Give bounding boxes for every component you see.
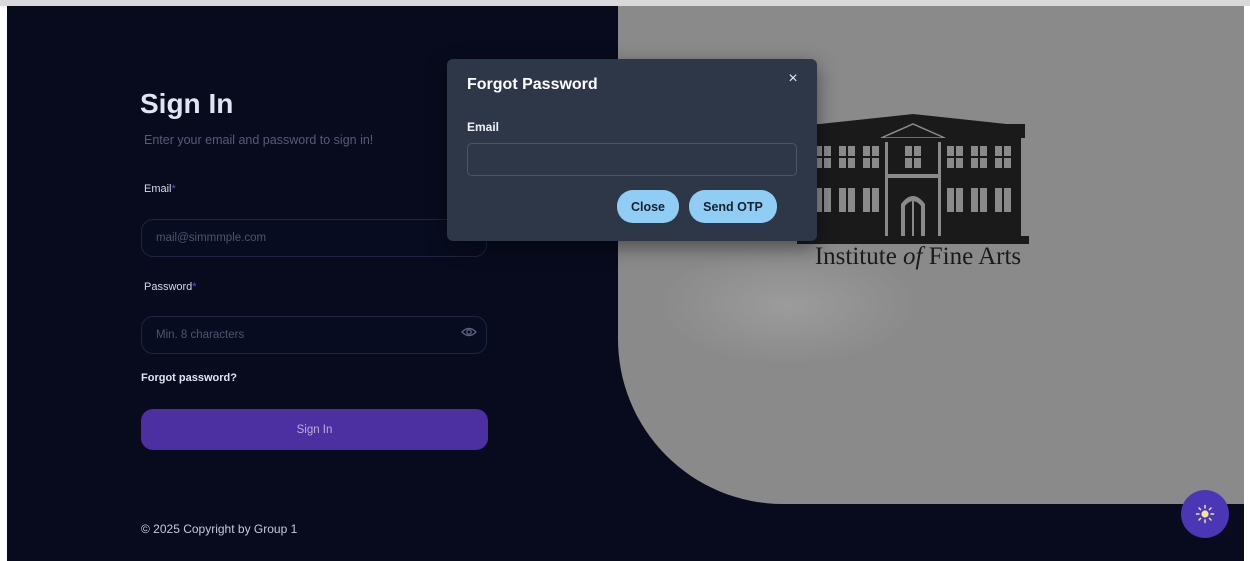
modal-title: Forgot Password — [467, 76, 598, 93]
modal-close-button[interactable]: Close — [617, 190, 679, 223]
close-icon[interactable]: × — [783, 69, 803, 89]
page-title: Sign In — [140, 88, 234, 119]
copyright-text: © 2025 Copyright by Group 1 — [141, 522, 298, 536]
password-label: Password* — [144, 281, 197, 293]
forgot-password-link[interactable]: Forgot password? — [141, 372, 237, 384]
email-label: Email* — [144, 183, 176, 195]
browser-right-edge — [1244, 6, 1250, 561]
page-subtitle: Enter your email and password to sign in… — [144, 133, 374, 147]
sun-icon — [1195, 504, 1215, 524]
institute-name: Institute of Fine Arts — [814, 243, 1022, 270]
sign-in-page: Institute of Fine Arts Sign In Enter you… — [7, 6, 1244, 561]
forgot-password-modal: Forgot Password × Email Close Send OTP — [447, 59, 817, 241]
email-input[interactable] — [141, 219, 487, 257]
sign-in-button[interactable]: Sign In — [141, 409, 488, 450]
browser-left-edge — [0, 6, 7, 561]
modal-email-label: Email — [467, 120, 500, 134]
modal-email-input[interactable] — [467, 143, 797, 176]
theme-toggle-button[interactable] — [1181, 490, 1229, 538]
password-input[interactable] — [141, 316, 487, 354]
eye-icon[interactable] — [461, 325, 477, 339]
send-otp-button[interactable]: Send OTP — [689, 190, 777, 223]
